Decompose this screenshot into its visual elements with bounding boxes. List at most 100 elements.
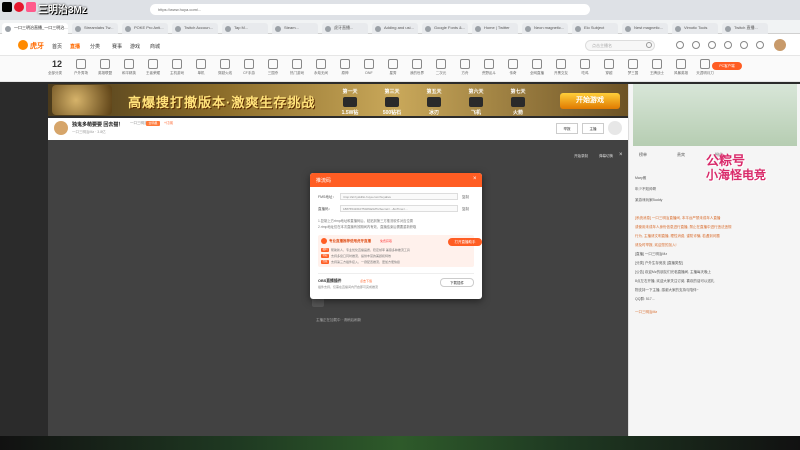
category-item[interactable]: 热门游戏 — [286, 59, 308, 76]
tab-rank[interactable]: 榜单 — [639, 152, 647, 158]
category-label: 单机 — [197, 71, 205, 75]
subscribe-icon[interactable] — [692, 41, 700, 49]
category-item[interactable]: 英雄联盟 — [94, 59, 116, 76]
fms-label: FMS地址： — [318, 195, 336, 199]
category-item[interactable]: 永劫无间 — [310, 59, 332, 76]
category-item[interactable]: 我的世界 — [406, 59, 428, 76]
record-button[interactable]: 开始录制 — [574, 154, 588, 159]
category-item[interactable]: 梦三国 — [622, 59, 644, 76]
category-label: 吃鸡 — [581, 71, 589, 75]
nav-live[interactable]: 直播 — [70, 43, 80, 50]
category-icon — [172, 59, 182, 69]
stream-key-label: 直播码： — [318, 207, 332, 211]
chat-message: 8点左右开播, 欢迎大家关注订阅, 喜欢的话可以送礼 — [635, 279, 715, 283]
category-item[interactable]: DNF — [358, 59, 380, 75]
category-label: CF手游 — [243, 71, 255, 75]
category-item[interactable]: 风暴英雄 — [670, 59, 692, 76]
message-icon[interactable] — [724, 41, 732, 49]
weibo-app-icon — [14, 2, 24, 12]
follow-link[interactable]: +订阅 — [164, 121, 173, 126]
banner-reward-item: 第一天 1.5W钻 — [336, 88, 364, 116]
category-item[interactable]: 荒野乱斗 — [478, 59, 500, 76]
category-icon — [508, 59, 518, 69]
category-label: 穿越 — [605, 71, 613, 75]
category-icon — [340, 59, 350, 69]
open-assistant-button[interactable]: 打开直播助手 — [448, 238, 482, 246]
tab-vip[interactable]: 贵宾 — [677, 152, 685, 158]
nav-home[interactable]: 首页 — [52, 43, 62, 50]
category-item[interactable]: 穿越火线 — [214, 59, 236, 76]
category-icon — [604, 59, 614, 69]
search-icon[interactable] — [646, 42, 652, 48]
category-label: 英雄联盟 — [98, 71, 112, 75]
reward-image — [511, 97, 525, 107]
category-item[interactable]: 全网直播 — [526, 59, 548, 76]
tag-privilege: 特权 — [321, 254, 329, 258]
category-label: 三国杀 — [267, 71, 279, 75]
category-item[interactable]: 吃鸡 — [574, 59, 596, 76]
category-item[interactable]: CF手游 — [238, 59, 260, 76]
category-icon — [580, 59, 590, 69]
nav-games[interactable]: 游戏 — [130, 43, 140, 50]
category-icon — [532, 59, 542, 69]
category-item[interactable]: 王者荣耀 — [142, 59, 164, 76]
dialog-close-icon[interactable]: × — [473, 176, 477, 182]
category-item[interactable]: 和平精英 — [118, 59, 140, 76]
category-item[interactable]: 开黑交友 — [550, 59, 572, 76]
category-item[interactable]: 单机 — [190, 59, 212, 76]
copy-key-button[interactable]: 复制 — [462, 207, 469, 212]
rank-item[interactable]: 某游戏玩家Buddy — [635, 198, 662, 203]
search-input[interactable]: 点击主播名 — [585, 40, 655, 51]
task-icon[interactable] — [756, 41, 764, 49]
share-icon[interactable] — [608, 121, 622, 135]
close-icon[interactable]: × — [619, 152, 623, 158]
fms-address-field[interactable]: rtmp://al.hyskillto.huya.com/huyalive — [340, 193, 458, 200]
category-icon — [460, 59, 470, 69]
site-navigation: 虎牙 首页 直播 分类 赛事 游戏 商城 点击主播名 — [0, 34, 800, 56]
plugin-desc: 插件支持，仅需在直播间内开启即可完成推流 — [318, 285, 379, 289]
category-item[interactable]: 穿越 — [598, 59, 620, 76]
category-item[interactable]: 三国杀 — [262, 59, 284, 76]
pc-client-badge[interactable]: PC客户端 — [712, 62, 742, 70]
category-icon — [124, 59, 134, 69]
start-game-button[interactable]: 开始游戏 — [560, 93, 620, 109]
promo-banner[interactable]: 高爆搜打撤版本·激爽生存挑战 第一天 1.5W钻 第三天 500钻石 第五天 冰刃 第六天飞… — [48, 84, 628, 116]
category-icon — [100, 59, 110, 69]
category-item[interactable]: 主机游戏 — [166, 59, 188, 76]
subscribe-button[interactable]: 主播 — [582, 123, 604, 134]
reward-day: 第七天 — [510, 89, 526, 95]
category-item[interactable]: 方舟 — [454, 59, 476, 76]
category-item[interactable]: 星秀 — [382, 59, 404, 76]
desktop-bottom-strip — [0, 436, 800, 450]
category-item[interactable]: 王牌战士 — [646, 59, 668, 76]
download-icon[interactable] — [708, 41, 716, 49]
site-logo[interactable]: 虎牙 — [30, 41, 44, 51]
address-bar[interactable]: https://www.huya.com/... — [150, 4, 590, 15]
copy-fms-button[interactable]: 复制 — [462, 195, 469, 200]
nav-category[interactable]: 分类 — [90, 43, 100, 50]
rank-item[interactable]: 年少不知帅哥 — [635, 187, 656, 192]
category-item[interactable]: 户外秀场 — [70, 59, 92, 76]
category-item[interactable]: 传奇 — [502, 59, 524, 76]
reward-day: 第一天 — [342, 89, 358, 95]
gift-icon[interactable] — [740, 41, 748, 49]
nav-shop[interactable]: 商城 — [150, 43, 160, 50]
nav-events[interactable]: 赛事 — [112, 43, 122, 50]
dialog-title: 推流码 — [316, 178, 332, 184]
category-all-label[interactable]: 全部分类 — [48, 71, 62, 76]
history-icon[interactable] — [676, 41, 684, 49]
category-label: 风暴英雄 — [674, 71, 688, 75]
category-label: 全网直播 — [530, 71, 544, 75]
rank-item[interactable]: Mary雅 — [635, 176, 646, 181]
category-item[interactable]: 二次元 — [430, 59, 452, 76]
category-item[interactable]: 原神 — [334, 59, 356, 76]
stream-key-field[interactable]: 188765416107502f3a9d?txSecret=...&txTime… — [340, 205, 458, 212]
category-label: 传奇 — [509, 71, 517, 75]
category-label: 天涯明月刀 — [696, 71, 714, 75]
streamer-avatar[interactable] — [54, 121, 68, 135]
avatar[interactable] — [774, 39, 786, 51]
download-plugin-button[interactable]: 下载插件 — [440, 278, 474, 287]
report-button[interactable]: 举报 — [556, 123, 578, 134]
category-icon — [196, 59, 206, 69]
danmaku-toggle[interactable]: 弹幕切换 — [599, 154, 613, 159]
